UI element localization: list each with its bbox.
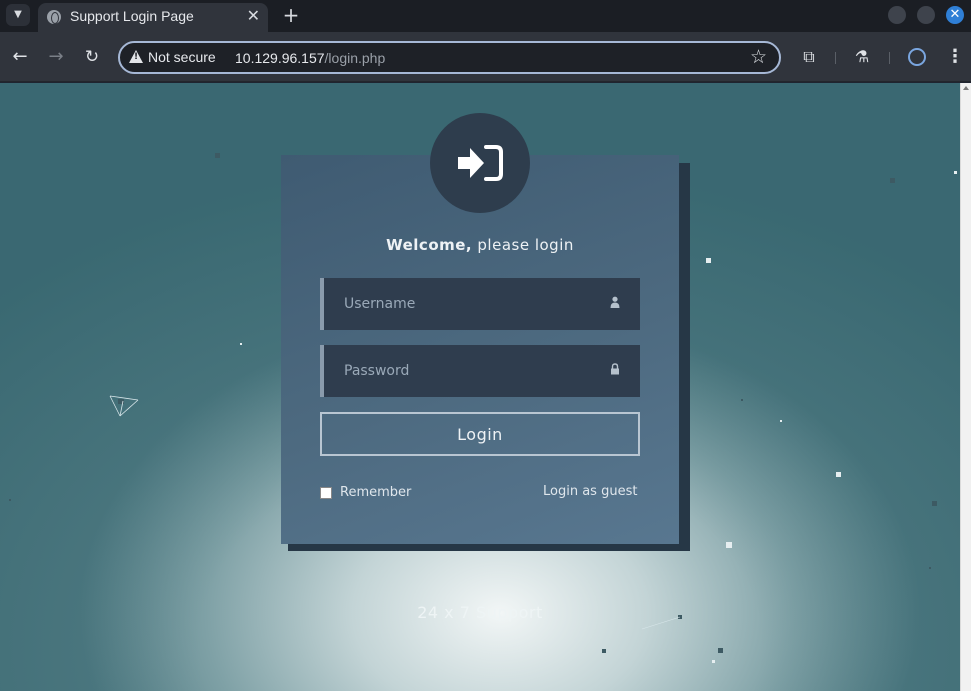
forward-arrow-icon[interactable]: →: [45, 46, 67, 68]
window-minimize-button[interactable]: [888, 6, 906, 24]
password-field: [320, 345, 640, 397]
new-tab-button[interactable]: +: [280, 4, 302, 26]
username-input[interactable]: [344, 292, 594, 316]
toolbar-divider: [889, 52, 890, 64]
welcome-rest: please login: [472, 236, 574, 254]
background-particle: [929, 567, 931, 569]
background-particle: [718, 648, 723, 653]
login-badge: [430, 113, 530, 213]
background-particle: [706, 258, 711, 263]
bookmark-star-icon[interactable]: ☆: [750, 46, 767, 68]
window-maximize-button[interactable]: [917, 6, 935, 24]
background-particle: [954, 171, 957, 174]
background-particle: [836, 472, 841, 477]
toolbar-divider: [835, 52, 836, 64]
profile-icon[interactable]: [906, 46, 928, 68]
background-particle: [890, 178, 895, 183]
tab-title: Support Login Page: [70, 8, 194, 24]
lock-icon: [611, 363, 619, 375]
background-particle: [602, 649, 606, 653]
remember-checkbox[interactable]: [320, 487, 332, 499]
url-text[interactable]: 10.129.96.157/login.php: [235, 50, 385, 66]
flask-icon[interactable]: ⚗: [851, 46, 873, 68]
active-tab[interactable]: Support Login Page ✕: [38, 3, 268, 32]
welcome-heading: Welcome, please login: [281, 236, 679, 254]
background-particle: [240, 343, 242, 345]
page-viewport: Welcome, please login Login Remember Log…: [0, 83, 971, 691]
remember-label[interactable]: Remember: [340, 485, 411, 500]
user-icon: [610, 296, 620, 308]
password-input[interactable]: [344, 359, 594, 383]
welcome-bold: Welcome,: [386, 236, 473, 254]
background-particle: [780, 420, 782, 422]
url-path: /login.php: [324, 50, 386, 66]
login-button[interactable]: Login: [320, 412, 640, 456]
background-particle: [932, 501, 937, 506]
background-particle: [726, 542, 732, 548]
more-menu-icon[interactable]: ⋮: [944, 46, 966, 68]
support-footer-text: 24 x 7 Support: [417, 603, 543, 622]
background-particle: [712, 660, 715, 663]
globe-icon: [47, 10, 61, 24]
address-bar[interactable]: Not secure 10.129.96.157/login.php ☆: [118, 41, 781, 74]
sign-in-icon: [458, 145, 503, 181]
extensions-icon[interactable]: ⧉: [798, 46, 820, 68]
window-close-button[interactable]: ✕: [946, 6, 964, 24]
page-scrollbar[interactable]: [960, 83, 971, 691]
background-particle: [215, 153, 220, 158]
security-status[interactable]: Not secure: [148, 49, 216, 65]
warning-icon[interactable]: [129, 50, 143, 63]
scroll-up-icon[interactable]: [963, 86, 969, 90]
tab-search-button[interactable]: ▼: [6, 4, 30, 26]
particle-lines: [109, 395, 139, 417]
username-field: [320, 278, 640, 330]
browser-toolbar: ← → ↻ Not secure 10.129.96.157/login.php…: [0, 32, 971, 82]
background-particle: [741, 399, 743, 401]
url-host: 10.129.96.157: [235, 50, 325, 66]
background-particle: [9, 499, 11, 501]
login-as-guest-link[interactable]: Login as guest: [543, 484, 637, 499]
tab-strip: ▼ Support Login Page ✕ + ✕: [0, 0, 971, 32]
reload-icon[interactable]: ↻: [81, 46, 103, 68]
tab-close-icon[interactable]: ✕: [247, 6, 260, 25]
back-arrow-icon[interactable]: ←: [9, 46, 31, 68]
